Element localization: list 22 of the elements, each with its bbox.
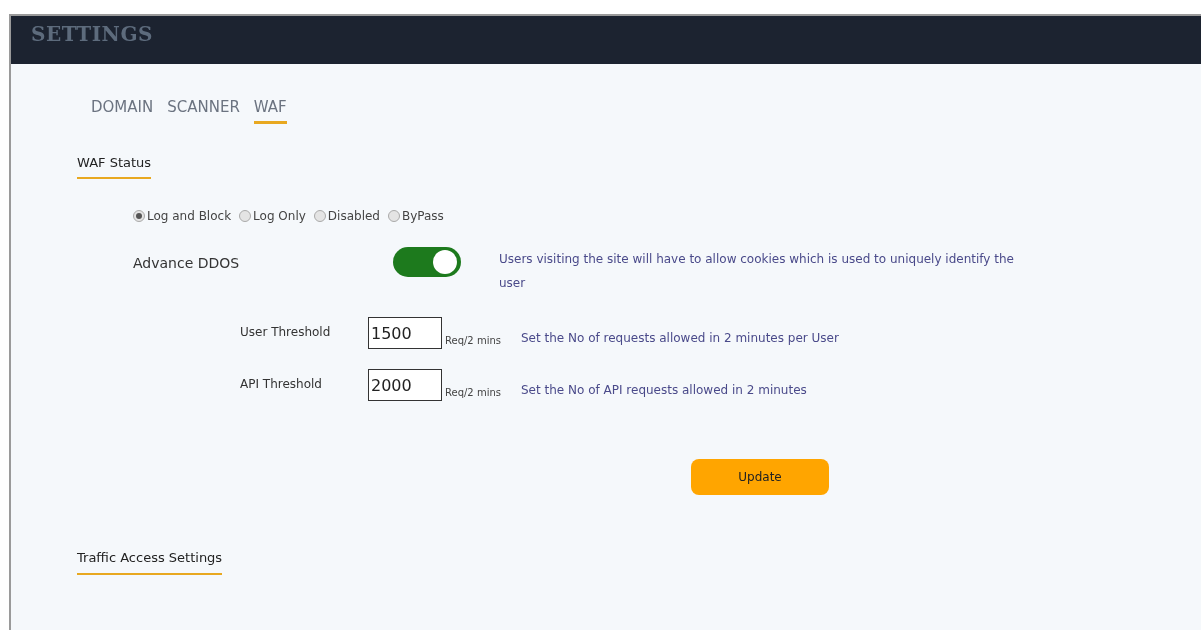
unit-label: Req/2 mins [445, 334, 501, 348]
setting-description: Users visiting the site will have to allow cookies which is used to uniquely identify the user [499, 251, 1015, 292]
field-label: API Threshold [239, 376, 323, 393]
radio-option[interactable]: ByPass [387, 207, 444, 225]
radio-option[interactable]: Disabled [313, 207, 380, 225]
threshold-input[interactable]: 2000 [368, 369, 442, 401]
field-description: Set the No of requests allowed in 2 minutes per User [521, 330, 839, 347]
field-label: User Threshold [239, 324, 332, 341]
page-title: SETTINGS [31, 21, 153, 48]
toggle-switch[interactable] [393, 247, 461, 277]
tab[interactable]: SCANNER [167, 96, 240, 124]
threshold-input[interactable]: 1500 [368, 317, 442, 349]
section-heading: Traffic Access Settings [77, 548, 223, 575]
setting-label: Advance DDOS [133, 254, 241, 273]
unit-label: Req/2 mins [445, 386, 501, 400]
tab[interactable]: DOMAIN [91, 96, 154, 124]
field-description: Set the No of API requests allowed in 2 minutes [521, 382, 807, 399]
radio-option[interactable]: Log Only [239, 207, 306, 225]
tab[interactable]: WAF [253, 96, 287, 124]
section-heading: WAF Status [77, 152, 152, 179]
radio-option[interactable]: Log and Block [133, 207, 232, 225]
update-button[interactable]: Update [691, 459, 829, 495]
